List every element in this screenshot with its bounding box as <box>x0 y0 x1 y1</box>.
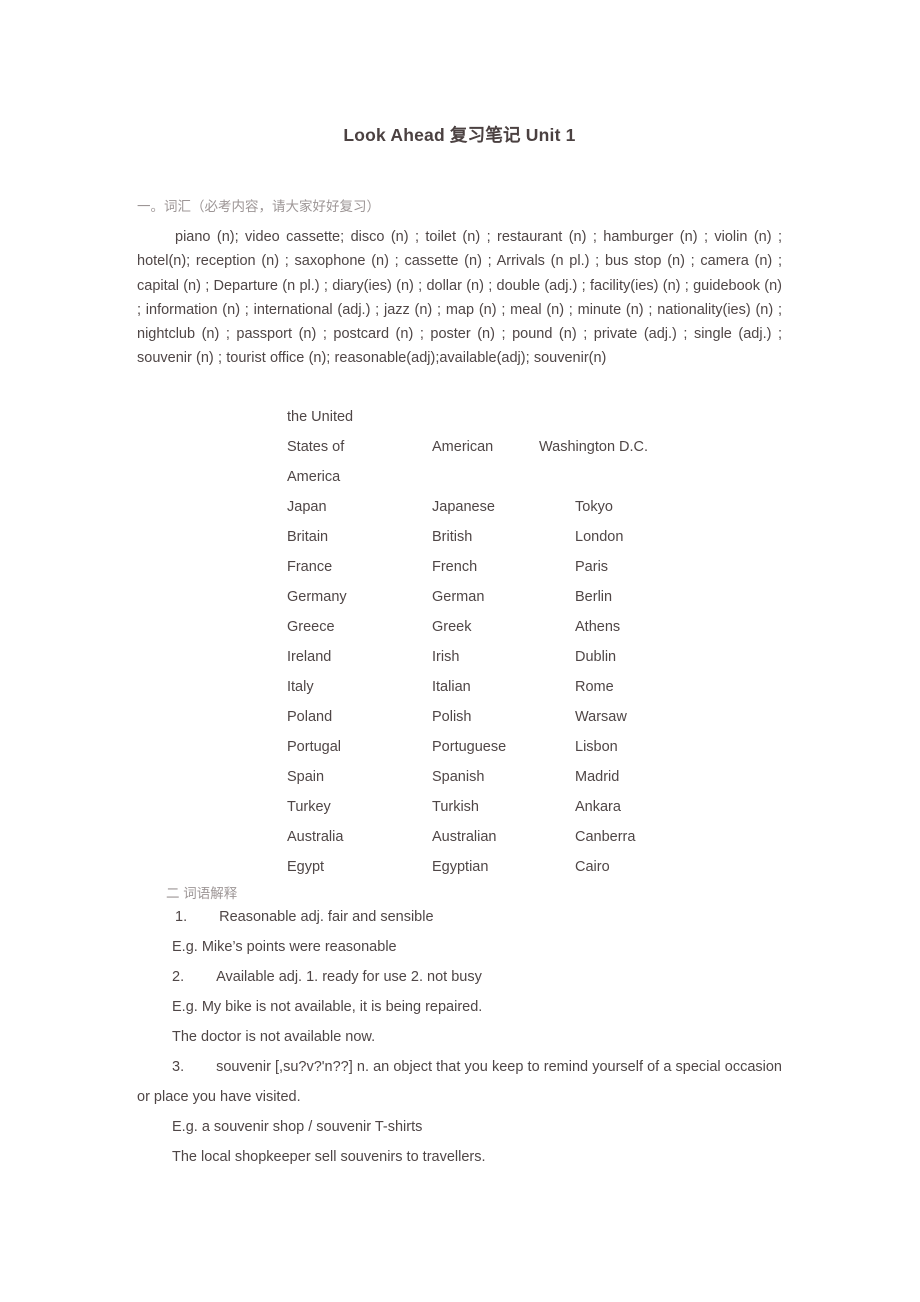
table-cell-nationality: Portuguese <box>432 738 507 755</box>
definition-item-2: 2. Available adj. 1. ready for use 2. not… <box>137 962 782 992</box>
table-cell-nationality: French <box>432 558 478 575</box>
definition-number: 1. <box>175 908 188 925</box>
table-cell-capital: Rome <box>575 678 614 695</box>
table-cell-capital: Athens <box>575 618 621 635</box>
table-cell-capital: Warsaw <box>575 708 627 725</box>
table-cell-nationality: Italian <box>432 678 471 695</box>
definition-example: The local shopkeeper sell souvenirs to t… <box>172 1148 486 1165</box>
table-cell-nationality: American <box>432 438 494 455</box>
table-cell-country: the United States of America <box>287 402 432 492</box>
table-cell-country: Germany <box>287 588 347 605</box>
table-cell-country: Australia <box>287 828 344 845</box>
country-nationality-capital-table: the United States of America American Wa… <box>287 402 849 882</box>
table-cell-capital: Ankara <box>575 798 621 815</box>
table-row: Poland Polish Warsaw <box>287 702 849 732</box>
definition-text: souvenir [,su?v?'n??] n. an object that … <box>137 1058 782 1105</box>
table-cell-capital: Washington D.C. <box>539 438 649 455</box>
country-name: the United States of America <box>287 408 354 485</box>
page-title: Look Ahead 复习笔记 Unit 1 <box>343 125 576 145</box>
table-cell-capital: London <box>575 528 624 545</box>
table-row: the United States of America American Wa… <box>287 402 849 492</box>
table-cell-capital: Madrid <box>575 768 620 785</box>
table-cell-nationality: Greek <box>432 618 472 635</box>
table-row: Turkey Turkish Ankara <box>287 792 849 822</box>
definition-number: 2. <box>172 968 185 985</box>
table-cell-nationality: Irish <box>432 648 460 665</box>
document-page: Look Ahead 复习笔记 Unit 1 一。词汇（必考内容，请大家好好复习… <box>0 0 920 1302</box>
definition-example: The doctor is not available now. <box>172 1028 376 1045</box>
vocabulary-paragraph: piano (n); video cassette; disco (n) ; t… <box>137 215 782 371</box>
table-cell-capital: Cairo <box>575 858 610 875</box>
table-cell-capital: Dublin <box>575 648 617 665</box>
definition-text: Available adj. 1. ready for use 2. not b… <box>216 968 482 985</box>
document-content: Look Ahead 复习笔记 Unit 1 一。词汇（必考内容，请大家好好复习… <box>137 0 782 1172</box>
table-row: Spain Spanish Madrid <box>287 762 849 792</box>
table-cell-capital: Berlin <box>575 588 613 605</box>
table-row: Germany German Berlin <box>287 582 849 612</box>
table-cell-nationality: Australian <box>432 828 497 845</box>
table-cell-nationality: Egyptian <box>432 858 489 875</box>
table-cell-country: Portugal <box>287 738 342 755</box>
table-cell-capital: Tokyo <box>575 498 613 515</box>
table-cell-nationality: Spanish <box>432 768 485 785</box>
table-row: Japan Japanese Tokyo <box>287 492 849 522</box>
section-heading-vocabulary: 一。词汇（必考内容，请大家好好复习） <box>137 199 380 214</box>
table-body: the United States of America American Wa… <box>287 402 849 882</box>
table-cell-country: Spain <box>287 768 325 785</box>
definition-example: E.g. a souvenir shop / souvenir T-shirts <box>172 1118 423 1135</box>
table-row: Greece Greek Athens <box>287 612 849 642</box>
table-cell-capital: Paris <box>575 558 609 575</box>
table-cell-country: Egypt <box>287 858 325 875</box>
table-cell-country: Ireland <box>287 648 332 665</box>
definition-text: Reasonable adj. fair and sensible <box>219 908 434 925</box>
table-cell-nationality: British <box>432 528 473 545</box>
definition-item-3: 3. souvenir [,su?v?'n??] n. an object tha… <box>137 1052 782 1112</box>
table-cell-country: Britain <box>287 528 329 545</box>
table-cell-nationality: Turkish <box>432 798 479 815</box>
definition-number: 3. <box>172 1058 185 1075</box>
table-cell-nationality: Polish <box>432 708 472 725</box>
table-row: Ireland Irish Dublin <box>287 642 849 672</box>
table-cell-capital: Lisbon <box>575 738 618 755</box>
table-row: France French Paris <box>287 552 849 582</box>
table-row: Britain British London <box>287 522 849 552</box>
table-cell-country: France <box>287 558 333 575</box>
definition-example: E.g. My bike is not available, it is bei… <box>172 998 483 1015</box>
table-cell-country: Greece <box>287 618 335 635</box>
table-cell-country: Japan <box>287 498 327 515</box>
table-cell-capital: Canberra <box>575 828 636 845</box>
table-cell-country: Italy <box>287 678 314 695</box>
vocabulary-word-list: piano (n); video cassette; disco (n) ; t… <box>137 229 782 367</box>
table-cell-country: Turkey <box>287 798 331 815</box>
table-cell-country: Poland <box>287 708 333 725</box>
definition-item-1: 1. Reasonable adj. fair and sensible <box>137 902 782 932</box>
table-row: Italy Italian Rome <box>287 672 849 702</box>
section-heading-definitions: 二 词语解释 <box>166 885 238 901</box>
table-row: Egypt Egyptian Cairo <box>287 852 849 882</box>
table-cell-nationality: Japanese <box>432 498 495 515</box>
definition-example: E.g. Mike’s points were reasonable <box>172 938 397 955</box>
definitions-list: 1. Reasonable adj. fair and sensible E.g.… <box>137 902 782 1172</box>
table-row: Portugal Portuguese Lisbon <box>287 732 849 762</box>
table-row: Australia Australian Canberra <box>287 822 849 852</box>
table-cell-nationality: German <box>432 588 485 605</box>
